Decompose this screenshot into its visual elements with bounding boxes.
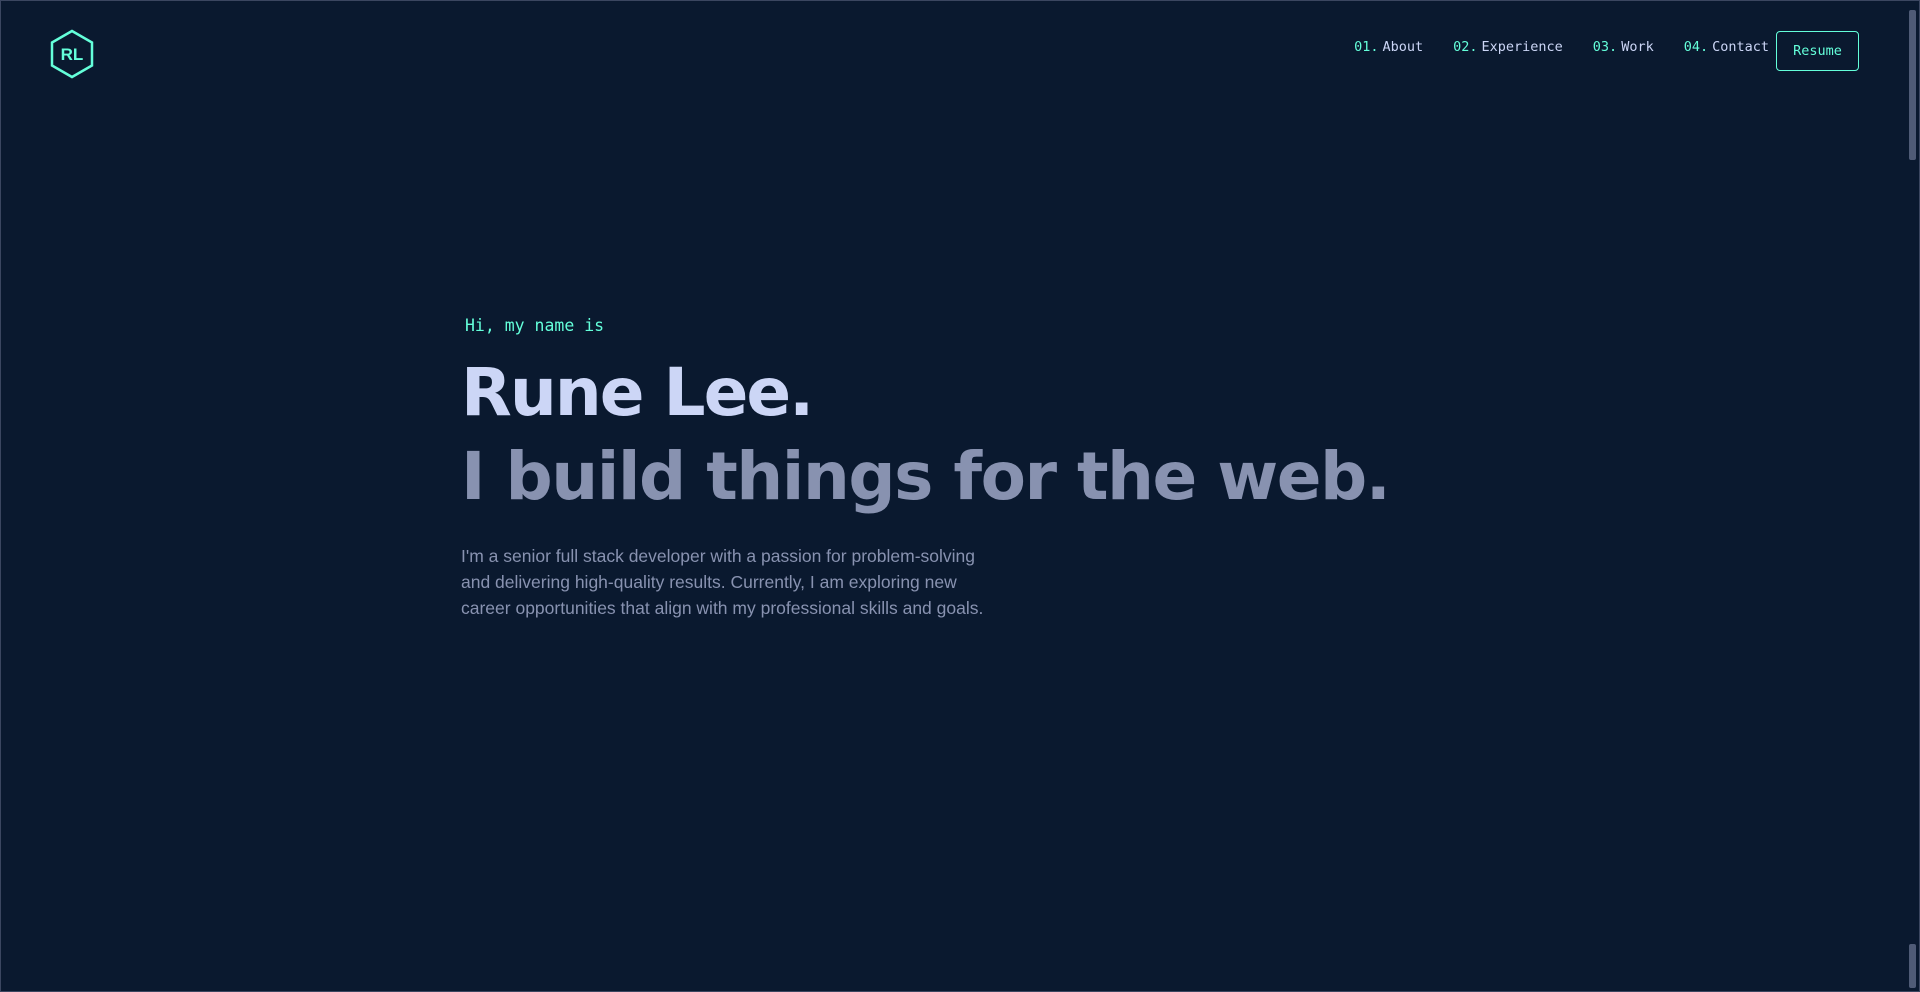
hexagon-logo-icon: RL: [50, 29, 94, 79]
main-nav: 01. About 02. Experience 03. Work 04. Contac…: [1354, 39, 1769, 55]
nav-label: Experience: [1481, 39, 1563, 55]
scrollbar-bottom-indicator: [1909, 944, 1916, 988]
nav-item-experience[interactable]: 02. Experience: [1453, 39, 1563, 55]
hero-section: Hi, my name is Rune Lee. I build things …: [461, 315, 1391, 639]
hero-tagline: I build things for the web.: [461, 438, 1391, 515]
resume-button[interactable]: Resume: [1776, 31, 1859, 71]
hero-greeting: Hi, my name is: [465, 316, 605, 335]
nav-number: 01.: [1354, 39, 1379, 55]
nav-label: About: [1382, 39, 1424, 55]
nav-number: 04.: [1683, 39, 1709, 55]
scrollbar-thumb[interactable]: [1909, 10, 1916, 160]
page-scrollbar[interactable]: [1907, 1, 1919, 991]
hero-intro: I'm a senior full stack developer with a…: [461, 546, 984, 618]
nav-item-about[interactable]: 01. About: [1354, 39, 1423, 55]
logo-text: RL: [61, 45, 84, 64]
hero-name: Rune Lee.: [461, 354, 814, 431]
nav-label: Work: [1621, 39, 1654, 55]
nav-number: 03.: [1592, 39, 1618, 55]
nav-number: 02.: [1453, 39, 1478, 55]
nav-item-contact[interactable]: 04. Contact: [1684, 39, 1769, 55]
page: RL 01. About 02. Experience 03. Work 04. Con…: [0, 0, 1920, 992]
nav-label: Contact: [1712, 39, 1769, 55]
logo-link[interactable]: RL: [49, 29, 95, 79]
nav-item-work[interactable]: 03. Work: [1593, 39, 1654, 55]
